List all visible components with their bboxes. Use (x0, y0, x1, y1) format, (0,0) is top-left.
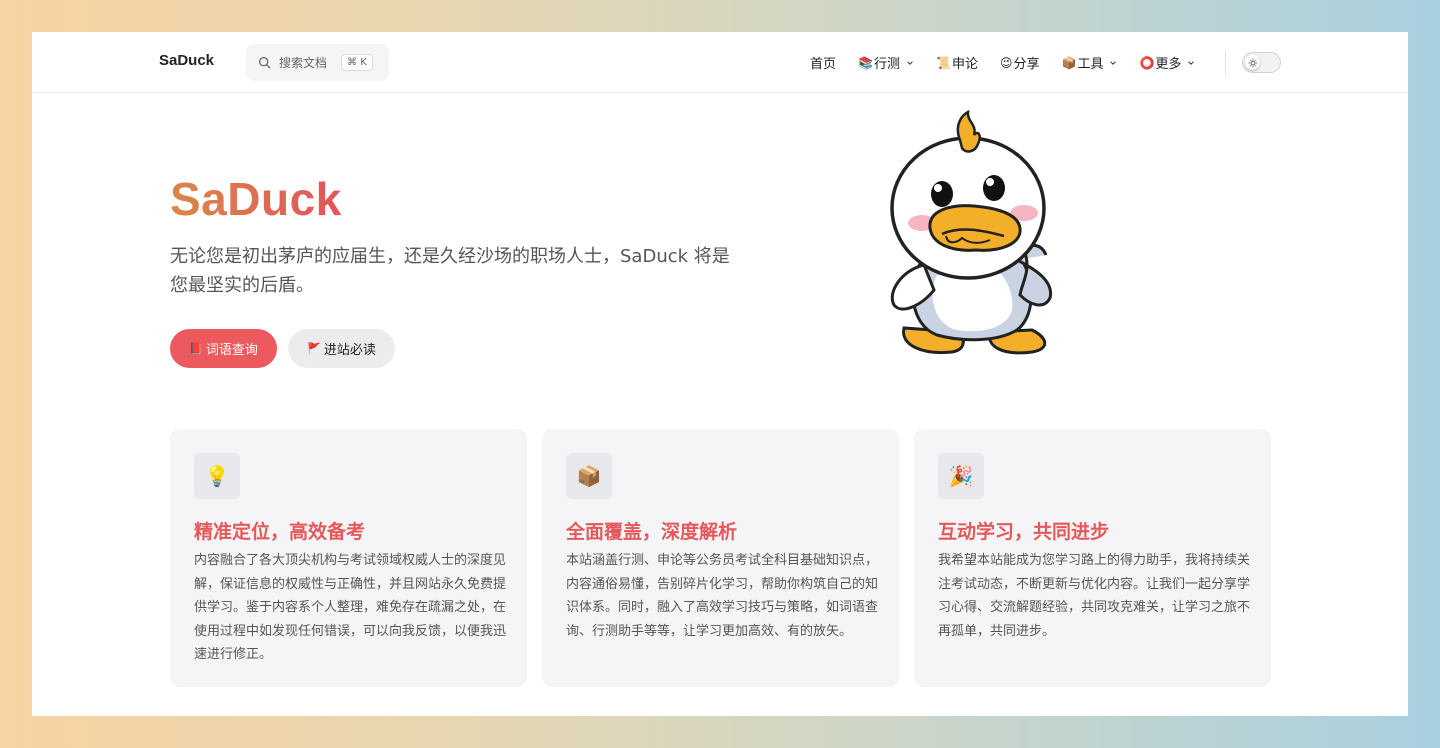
search-icon (258, 56, 271, 69)
lightbulb-icon: 💡 (194, 453, 240, 499)
search-placeholder: 搜索文档 (279, 56, 328, 70)
nav-menu: 首页 📚 行测 📜 申论 😉 分享 📦 工具 ⭕ 更多 (810, 53, 1217, 72)
chevron-down-icon (907, 60, 913, 65)
nav-item-label: 首页 (810, 57, 837, 72)
red-circle-icon: ⭕ (1139, 55, 1155, 70)
top-nav: SaDuck 搜索文档 ⌘ K 首页 📚 行测 📜 申论 😉 分享 📦 工具 ⭕… (32, 32, 1408, 93)
search-shortcut-badge: ⌘ K (341, 54, 373, 71)
nav-item-more[interactable]: ⭕ 更多 (1139, 53, 1195, 72)
button-label: 词语查询 (205, 343, 258, 358)
chevron-down-icon (1188, 60, 1195, 65)
nav-item-label: 工具 (1077, 57, 1104, 72)
nav-item-tools[interactable]: 📦 工具 (1061, 53, 1117, 72)
feature-title: 全面覆盖，深度解析 (566, 521, 738, 543)
word-lookup-button[interactable]: 📕 词语查询 (170, 329, 277, 368)
package-icon: 📦 (1061, 55, 1077, 70)
feature-card-interactive: 🎉 互动学习，共同进步 我希望本站能成为您学习路上的得力助手，我将持续关注考试动… (914, 429, 1271, 687)
feature-description: 我希望本站能成为您学习路上的得力助手，我将持续关注考试动态，不断更新与优化内容。… (938, 553, 1251, 639)
feature-card-precise: 💡 精准定位，高效备考 内容融合了各大顶尖机构与考试领域权威人士的深度见解，保证… (170, 429, 527, 687)
must-read-button[interactable]: 🚩 进站必读 (288, 329, 395, 368)
nav-item-label: 更多 (1155, 57, 1182, 72)
nav-item-home[interactable]: 首页 (810, 53, 836, 72)
wink-face-icon: 😉 (999, 55, 1013, 70)
red-book-icon: 📕 (189, 342, 203, 355)
hero-subtitle: 无论您是初出茅庐的应届生，还是久经沙场的职场人士，SaDuck 将是您最坚实的后… (170, 246, 730, 296)
nav-item-label: 申论 (951, 57, 978, 72)
hero-title: SaDuck (170, 173, 342, 225)
feature-title: 精准定位，高效备考 (194, 521, 366, 543)
package-icon: 📦 (566, 453, 612, 499)
party-popper-icon: 🎉 (938, 453, 984, 499)
chevron-down-icon (1110, 60, 1117, 65)
duck-mascot-image (890, 110, 1053, 355)
page-frame: SaDuck 搜索文档 ⌘ K 首页 📚 行测 📜 申论 😉 分享 📦 工具 ⭕… (32, 32, 1408, 716)
nav-item-label: 分享 (1013, 57, 1040, 72)
nav-item-shenlun[interactable]: 📜 申论 (935, 53, 978, 73)
scroll-icon: 📜 (935, 55, 951, 70)
nav-item-xingce[interactable]: 📚 行测 (858, 53, 914, 72)
feature-description: 内容融合了各大顶尖机构与考试领域权威人士的深度见解，保证信息的权威性与正确性，并… (194, 553, 507, 662)
search-box[interactable]: 搜索文档 ⌘ K (246, 44, 389, 81)
sun-icon (1248, 58, 1257, 67)
toggle-knob (1245, 55, 1260, 70)
red-flag-icon: 🚩 (307, 342, 321, 355)
nav-item-label: 行测 (873, 57, 900, 72)
theme-toggle[interactable] (1242, 52, 1281, 73)
nav-item-share[interactable]: 😉 分享 (999, 53, 1040, 73)
books-icon: 📚 (858, 55, 873, 70)
button-label: 进站必读 (323, 343, 376, 358)
feature-description: 本站涵盖行测、申论等公务员考试全科目基础知识点，内容通俗易懂，告别碎片化学习，帮… (566, 553, 879, 639)
site-logo[interactable]: SaDuck (159, 52, 214, 69)
feature-title: 互动学习，共同进步 (938, 521, 1110, 543)
feature-card-coverage: 📦 全面覆盖，深度解析 本站涵盖行测、申论等公务员考试全科目基础知识点，内容通俗… (542, 429, 899, 687)
nav-divider (1225, 51, 1226, 75)
